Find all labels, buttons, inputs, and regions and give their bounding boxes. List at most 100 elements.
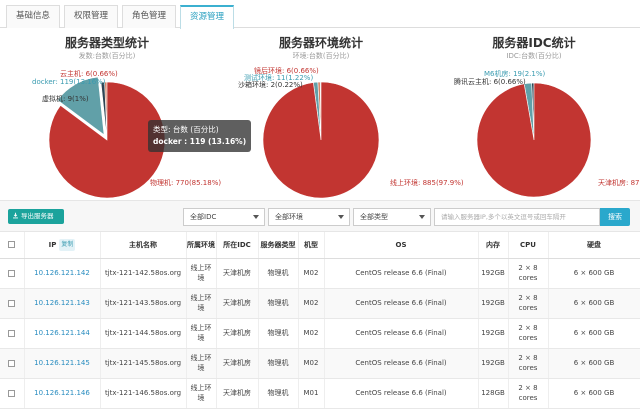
mem-cell: 192GB	[478, 348, 509, 379]
type-cell: 物理机	[258, 288, 299, 319]
select-all-checkbox[interactable]	[8, 241, 16, 249]
pie-label-sandbox-env: 沙箱环境: 2(0.22%)	[238, 81, 303, 89]
os-cell: CentOS release 6.6 (Final)	[324, 318, 479, 349]
type-select[interactable]: 全部类型	[353, 208, 431, 226]
tab-bar: 基础信息 权限管理 角色管理 资源管理	[0, 0, 640, 29]
cpu-cell: 2 × 8 cores	[508, 348, 549, 379]
env-cell: 线上环境	[186, 258, 217, 289]
row-checkbox[interactable]	[8, 299, 16, 307]
idc-cell: 天津机房	[216, 258, 259, 289]
col-mem: 内存	[478, 232, 509, 259]
idc-cell: 天津机房	[216, 348, 259, 379]
tab-resource-management[interactable]: 资源管理	[180, 5, 234, 29]
env-cell: 线上环境	[186, 288, 217, 319]
env-cell: 线上环境	[186, 318, 217, 349]
row-checkbox[interactable]	[8, 359, 16, 367]
type-cell: 物理机	[258, 258, 299, 289]
server-table: IP 复制 主机名称 所属环境 所在IDC 服务器类型 机型 OS 内存 CPU …	[0, 232, 640, 409]
os-cell: CentOS release 6.6 (Final)	[324, 378, 479, 409]
disk-cell: 6 × 600 GB	[548, 318, 640, 349]
chart-server-env: 服务器环境统计 环境:台数(百分比) 镜后环境: 6(0.66%) 测试环境: …	[214, 30, 464, 199]
pie-label-vm: 虚拟机: 9(1%)	[42, 95, 89, 103]
cpu-cell: 2 × 8 cores	[508, 378, 549, 409]
chevron-down-icon	[253, 215, 259, 219]
idc-cell: 天津机房	[216, 288, 259, 319]
env-cell: 线上环境	[186, 348, 217, 379]
ip-cell[interactable]: 10.126.121.145	[24, 348, 101, 379]
model-cell: M02	[298, 348, 325, 379]
table-row[interactable]: 10.126.121.146 tjtx-121-146.58os.org 线上环…	[0, 378, 640, 409]
mem-cell: 192GB	[478, 318, 509, 349]
table-row[interactable]: 10.126.121.145 tjtx-121-145.58os.org 线上环…	[0, 348, 640, 379]
hostname-cell: tjtx-121-142.58os.org	[100, 258, 187, 289]
disk-cell: 6 × 600 GB	[548, 378, 640, 409]
type-cell: 物理机	[258, 348, 299, 379]
pie-label-physical: 物理机: 770(85.18%)	[150, 179, 222, 187]
pie-label-tencent-cloud: 腾讯云主机: 6(0.66%)	[454, 78, 526, 86]
chart-server-type: 服务器类型统计 发数:台数(百分比) 云主机: 6(0.66%) docker:…	[0, 30, 252, 199]
pie-slice-线上环境[interactable]	[262, 81, 380, 199]
col-disk: 硬盘	[548, 232, 640, 259]
idc-select[interactable]: 全部IDC	[183, 208, 265, 226]
resource-management-page: 基础信息 权限管理 角色管理 资源管理 服务器类型统计 发数:台数(百分比) 云…	[0, 0, 640, 417]
disk-cell: 6 × 600 GB	[548, 348, 640, 379]
pie-chart-svg	[262, 81, 380, 199]
col-idc: 所在IDC	[216, 232, 259, 259]
type-cell: 物理机	[258, 318, 299, 349]
idc-cell: 天津机房	[216, 378, 259, 409]
cpu-cell: 2 × 8 cores	[508, 318, 549, 349]
col-ip: IP 复制	[24, 232, 101, 259]
server-ip-search-input[interactable]: 请输入服务器IP,多个以英文逗号或回车隔开	[434, 208, 600, 226]
col-model: 机型	[298, 232, 325, 259]
col-cpu: CPU	[508, 232, 549, 259]
row-checkbox[interactable]	[8, 269, 16, 277]
type-cell: 物理机	[258, 378, 299, 409]
ip-cell[interactable]: 10.126.121.144	[24, 318, 101, 349]
cpu-cell: 2 × 8 cores	[508, 258, 549, 289]
mem-cell: 192GB	[478, 258, 509, 289]
model-cell: M02	[298, 288, 325, 319]
search-button[interactable]: 搜索	[600, 208, 630, 226]
table-row[interactable]: 10.126.121.143 tjtx-121-143.58os.org 线上环…	[0, 288, 640, 319]
row-checkbox[interactable]	[8, 329, 16, 337]
pie-label-tianjin-idc: 天津机房: 879	[598, 179, 640, 187]
chart-server-idc: 服务器IDC统计 IDC:台数(百分比) M6机房: 19(2.1%) 腾讯云主…	[428, 30, 640, 198]
filter-toolbar: 导出服务器 全部IDC 全部环境 全部类型 请输入服务器IP,多个以英文逗号或回…	[0, 200, 640, 232]
download-icon	[13, 212, 18, 219]
copy-ip-button[interactable]: 复制	[59, 238, 76, 251]
export-servers-button[interactable]: 导出服务器	[8, 209, 64, 224]
model-cell: M01	[298, 378, 325, 409]
cpu-cell: 2 × 8 cores	[508, 288, 549, 319]
select-all-cell	[0, 232, 25, 259]
chevron-down-icon	[419, 215, 425, 219]
pie-label-docker: docker: 119(13.16%)	[32, 78, 106, 86]
idc-cell: 天津机房	[216, 318, 259, 349]
hostname-cell: tjtx-121-144.58os.org	[100, 318, 187, 349]
mem-cell: 128GB	[478, 378, 509, 409]
tab-basic-info[interactable]: 基础信息	[6, 5, 60, 28]
pie-chart-svg	[476, 82, 592, 198]
row-checkbox[interactable]	[8, 389, 16, 397]
ip-cell[interactable]: 10.126.121.142	[24, 258, 101, 289]
ip-cell[interactable]: 10.126.121.146	[24, 378, 101, 409]
disk-cell: 6 × 600 GB	[548, 288, 640, 319]
os-cell: CentOS release 6.6 (Final)	[324, 258, 479, 289]
model-cell: M02	[298, 318, 325, 349]
hostname-cell: tjtx-121-143.58os.org	[100, 288, 187, 319]
table-row[interactable]: 10.126.121.142 tjtx-121-142.58os.org 线上环…	[0, 258, 640, 289]
hostname-cell: tjtx-121-146.58os.org	[100, 378, 187, 409]
tab-permission-management[interactable]: 权限管理	[64, 5, 118, 28]
tab-role-management[interactable]: 角色管理	[122, 5, 176, 28]
env-cell: 线上环境	[186, 378, 217, 409]
os-cell: CentOS release 6.6 (Final)	[324, 288, 479, 319]
col-hostname: 主机名称	[100, 232, 187, 259]
ip-cell[interactable]: 10.126.121.143	[24, 288, 101, 319]
hostname-cell: tjtx-121-145.58os.org	[100, 348, 187, 379]
env-select[interactable]: 全部环境	[268, 208, 350, 226]
table-row[interactable]: 10.126.121.144 tjtx-121-144.58os.org 线上环…	[0, 318, 640, 349]
disk-cell: 6 × 600 GB	[548, 258, 640, 289]
col-os: OS	[324, 232, 479, 259]
pie-slice-天津机房[interactable]	[476, 82, 592, 198]
col-env: 所属环境	[186, 232, 217, 259]
model-cell: M02	[298, 258, 325, 289]
